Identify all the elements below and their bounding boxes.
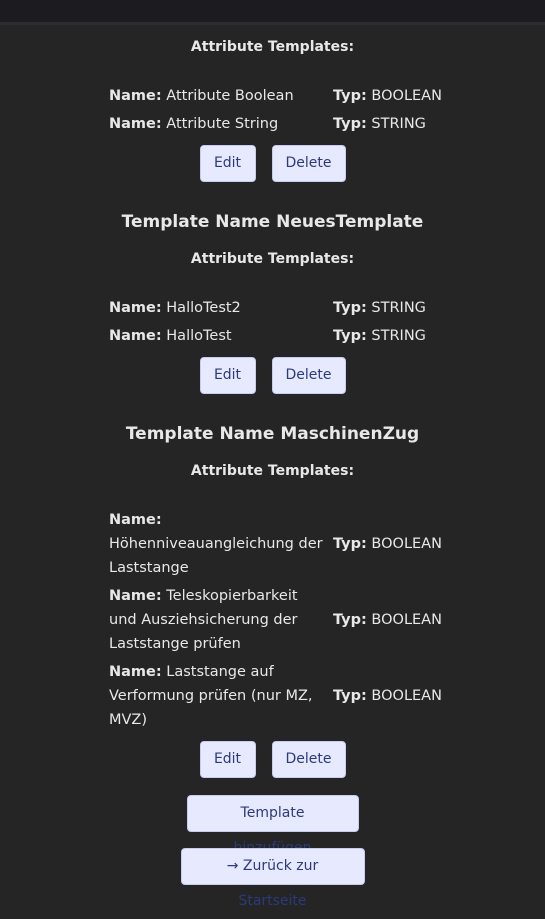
table-row: Name: HalloTest Typ: STRING [106,322,446,350]
typ-label: Typ: [333,612,367,628]
template-section: Template Name MaschinenZug Attribute Tem… [0,394,545,778]
delete-button[interactable]: Delete [271,145,346,182]
attribute-type: STRING [371,300,426,316]
attribute-name: Attribute Boolean [166,88,294,104]
top-bar [0,0,545,25]
edit-button[interactable]: Edit [199,145,256,182]
typ-label: Typ: [333,328,367,344]
name-label: Name: [109,116,162,132]
attribute-templates-heading: Attribute Templates: [190,251,355,267]
back-row: → Zurück zur Startseite [0,848,545,909]
template-title: Template Name NeuesTemplate [121,212,424,232]
template-title: Template Name MaschinenZug [125,424,420,444]
attribute-type: STRING [371,328,426,344]
typ-label: Typ: [333,688,367,704]
table-row: Name: Laststange auf Verformung prüfen (… [106,658,446,734]
attribute-table: Name: Höhenniveauangleichung der Laststan… [106,506,446,734]
name-label: Name: [109,512,162,528]
name-label: Name: [109,300,162,316]
delete-button[interactable]: Delete [271,741,346,778]
attribute-name: Höhenniveauangleichung der Laststange [109,536,323,576]
back-to-home-button[interactable]: → Zurück zur Startseite [180,848,365,909]
template-section: Template Name NeuesTemplate Attribute Te… [0,182,545,394]
action-buttons: Edit Delete [0,741,545,778]
attribute-type: BOOLEAN [371,88,442,104]
table-row: Name: Höhenniveauangleichung der Laststan… [106,506,446,582]
table-row: Name: Attribute Boolean Typ: BOOLEAN [106,82,446,110]
attribute-name: Attribute String [166,116,279,132]
attribute-type: BOOLEAN [371,612,442,628]
attribute-templates-heading: Attribute Templates: [190,39,355,55]
delete-button[interactable]: Delete [271,357,346,394]
template-list: Attribute Templates: Name: Attribute Boo… [0,25,545,909]
attribute-templates-heading: Attribute Templates: [190,463,355,479]
attribute-table: Name: HalloTest2 Typ: STRING Name: Hallo… [106,294,446,350]
table-row: Name: Teleskopierbarkeit und Ausziehsich… [106,582,446,658]
add-template-button[interactable]: Template hinzufügen [186,795,359,856]
attribute-type: BOOLEAN [371,536,442,552]
edit-button[interactable]: Edit [199,741,256,778]
action-buttons: Edit Delete [0,145,545,182]
attribute-type: BOOLEAN [371,688,442,704]
table-row: Name: HalloTest2 Typ: STRING [106,294,446,322]
edit-button[interactable]: Edit [199,357,256,394]
template-section: Attribute Templates: Name: Attribute Boo… [0,25,545,182]
typ-label: Typ: [333,536,367,552]
attribute-type: STRING [371,116,426,132]
typ-label: Typ: [333,88,367,104]
attribute-name: HalloTest2 [166,300,241,316]
name-label: Name: [109,664,162,680]
attribute-name: HalloTest [166,328,232,344]
add-template-row: Template hinzufügen [0,795,545,856]
typ-label: Typ: [333,300,367,316]
attribute-table: Name: Attribute Boolean Typ: BOOLEAN Nam… [106,82,446,138]
table-row: Name: Attribute String Typ: STRING [106,110,446,138]
name-label: Name: [109,328,162,344]
typ-label: Typ: [333,116,367,132]
name-label: Name: [109,88,162,104]
name-label: Name: [109,588,162,604]
action-buttons: Edit Delete [0,357,545,394]
